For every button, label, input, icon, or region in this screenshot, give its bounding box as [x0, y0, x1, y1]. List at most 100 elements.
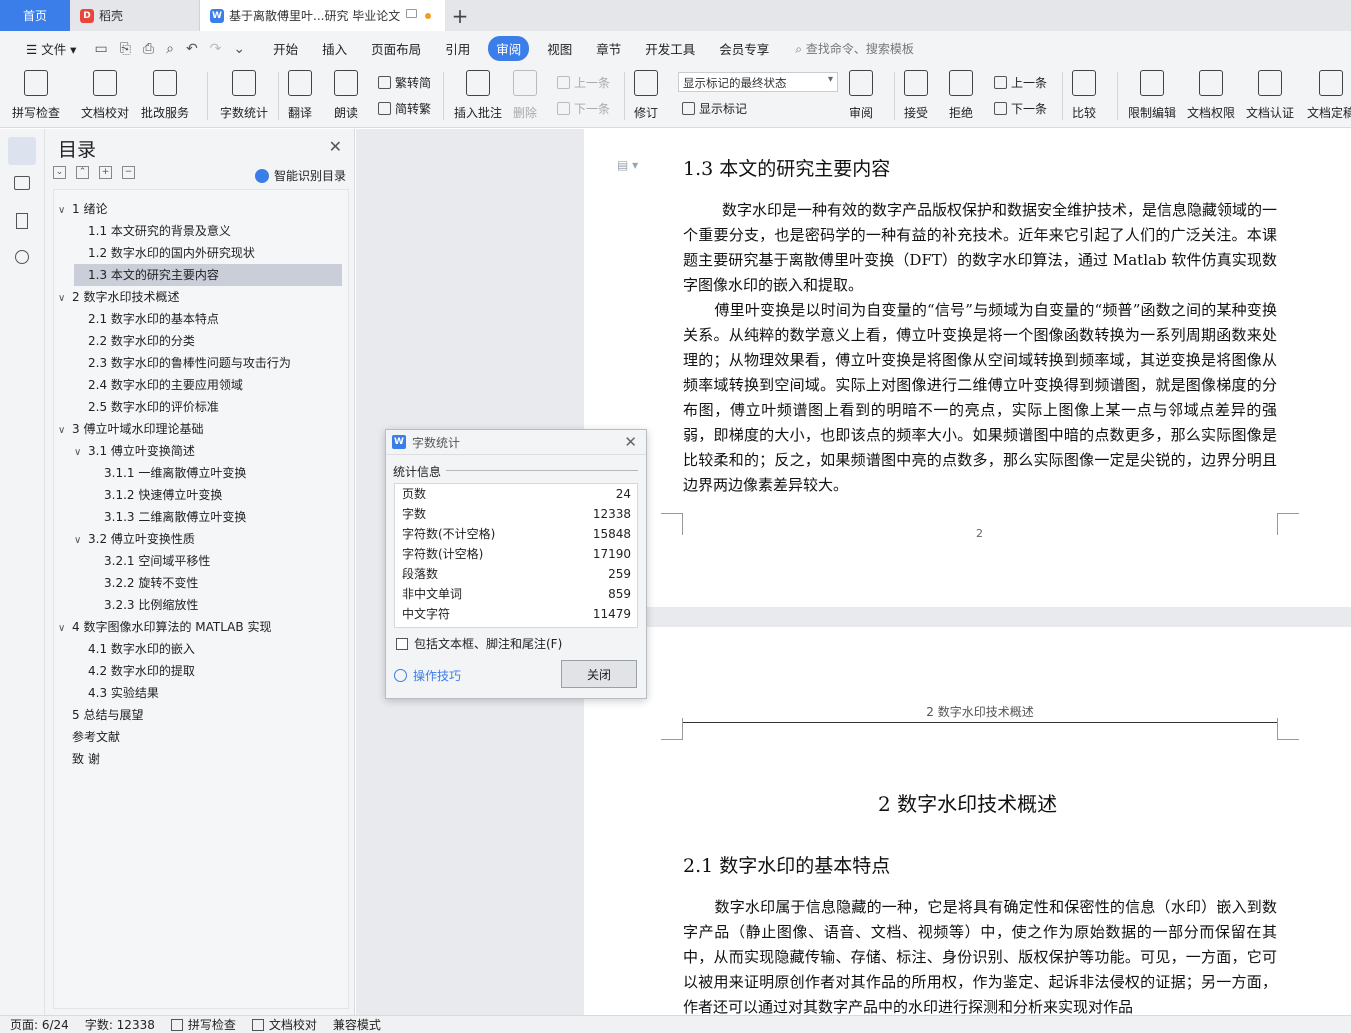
toc-item[interactable]: 3.1.1 一维离散傅立叶变换	[90, 462, 342, 484]
redo-icon[interactable]: ↷	[210, 41, 222, 57]
menu-insert[interactable]: 插入	[322, 39, 347, 58]
menu-view[interactable]: 视图	[547, 39, 572, 58]
track-changes-button[interactable]: 修订	[634, 70, 658, 121]
doc-permission-button[interactable]: 文档权限	[1187, 70, 1235, 121]
prev-comment-button[interactable]: 上一条	[557, 74, 610, 91]
toc-item[interactable]: ∨ 1 绪论	[58, 198, 342, 220]
toc-item[interactable]: 2.2 数字水印的分类	[74, 330, 342, 352]
toc-item[interactable]: 2.4 数字水印的主要应用领域	[74, 374, 342, 396]
toc-item[interactable]: 4.2 数字水印的提取	[74, 660, 342, 682]
command-search[interactable]: ⌕ 查找命令、搜索模板	[795, 40, 914, 57]
prev-change-button[interactable]: 上一条	[994, 74, 1047, 91]
toc-item[interactable]: 5 总结与展望	[58, 704, 342, 726]
tips-link[interactable]: 操作技巧	[394, 667, 461, 684]
close-icon[interactable]: ✕	[329, 137, 342, 156]
word-count-button[interactable]: 字数统计	[220, 70, 268, 121]
next-change-button[interactable]: 下一条	[994, 100, 1047, 117]
insert-comment-button[interactable]: 插入批注	[454, 70, 502, 121]
word-count-indicator[interactable]: 字数: 12338	[85, 1016, 155, 1033]
review-pane-button[interactable]: 审阅	[849, 70, 873, 121]
toc-item[interactable]: 1.3 本文的研究主要内容	[74, 264, 342, 286]
tab-document[interactable]: W 基于离散傅里叶...研究 毕业论文	[200, 0, 445, 31]
menu-member[interactable]: 会员专享	[719, 39, 769, 58]
toc-item[interactable]: ∨ 3.1 傅立叶变换简述	[74, 440, 342, 462]
toc-item[interactable]: ∨ 3.2 傅立叶变换性质	[74, 528, 342, 550]
trad-to-simp-button[interactable]: 繁转简	[378, 74, 431, 91]
menu-start[interactable]: 开始	[273, 39, 298, 58]
menu-chapter[interactable]: 章节	[596, 39, 621, 58]
menu-reference[interactable]: 引用	[445, 39, 470, 58]
expand-all-icon[interactable]: ⌄	[53, 166, 66, 179]
include-textbox-checkbox[interactable]: 包括文本框、脚注和尾注(F)	[396, 635, 562, 652]
expand-icon[interactable]: +	[99, 166, 112, 179]
toc-item[interactable]: 4.1 数字水印的嵌入	[74, 638, 342, 660]
chevron-down-icon[interactable]: ∨	[58, 200, 72, 222]
toc-item[interactable]: ∨ 3 傅立叶域水印理论基础	[58, 418, 342, 440]
menu-developer[interactable]: 开发工具	[645, 39, 695, 58]
bookmark-icon[interactable]	[16, 213, 28, 229]
toc-item[interactable]: 致 谢	[58, 748, 342, 770]
restrict-editing-button[interactable]: 限制编辑	[1128, 70, 1176, 121]
close-icon[interactable]: ✕	[624, 433, 637, 451]
spell-check-button[interactable]: 拼写检查	[12, 70, 60, 121]
correction-service-button[interactable]: 批改服务	[141, 70, 189, 121]
accept-button[interactable]: 接受	[904, 70, 928, 121]
tab-home[interactable]: 首页	[0, 0, 70, 31]
doc-check-button[interactable]: 文档校对	[81, 70, 129, 121]
toc-item[interactable]: ∨ 4 数字图像水印算法的 MATLAB 实现	[58, 616, 342, 638]
chevron-down-icon[interactable]: ∨	[58, 420, 72, 442]
print-icon[interactable]: ⎙	[143, 41, 154, 57]
toc-item[interactable]: 2.3 数字水印的鲁棒性问题与攻击行为	[74, 352, 342, 374]
markup-state-select[interactable]: 显示标记的最终状态	[678, 72, 838, 92]
close-button[interactable]: 关闭	[561, 660, 637, 688]
tab-daoke[interactable]: D 稻壳	[70, 0, 200, 31]
simp-to-trad-button[interactable]: 简转繁	[378, 100, 431, 117]
chevron-down-icon[interactable]: ∨	[74, 530, 88, 552]
smart-toc-button[interactable]: 智能识别目录	[254, 167, 346, 184]
toc-item[interactable]: 4.3 实验结果	[74, 682, 342, 704]
menu-layout[interactable]: 页面布局	[371, 39, 421, 58]
toc-item[interactable]: 3.2.1 空间域平移性	[90, 550, 342, 572]
translate-button[interactable]: 翻译	[288, 70, 312, 121]
undo-icon[interactable]: ↶	[186, 41, 198, 57]
new-tab-button[interactable]: +	[445, 0, 475, 31]
chevron-down-icon[interactable]: ∨	[74, 442, 88, 464]
doc-check-status[interactable]: 文档校对	[251, 1016, 317, 1033]
page-options-icon[interactable]: ▤ ▾	[617, 158, 638, 172]
toc-item[interactable]: 3.1.3 二维离散傅立叶变换	[90, 506, 342, 528]
page-indicator[interactable]: 页面: 6/24	[10, 1016, 69, 1033]
toc-item[interactable]: 3.2.2 旋转不变性	[90, 572, 342, 594]
delete-comment-button[interactable]: 删除	[513, 70, 537, 121]
print-preview-icon[interactable]: ⌕	[166, 41, 174, 57]
toc-item[interactable]: 2.1 数字水印的基本特点	[74, 308, 342, 330]
save-icon[interactable]: ▭	[94, 41, 107, 57]
toc-item[interactable]: 1.1 本文研究的背景及意义	[74, 220, 342, 242]
spell-check-status[interactable]: 拼写检查	[170, 1016, 236, 1033]
toc-item[interactable]: 2.5 数字水印的评价标准	[74, 396, 342, 418]
toc-item[interactable]: 1.2 数字水印的国内外研究现状	[74, 242, 342, 264]
collapse-all-icon[interactable]: ⌃	[76, 166, 89, 179]
toc-panel-icon[interactable]	[8, 137, 36, 165]
compare-button[interactable]: 比较	[1072, 70, 1096, 121]
read-aloud-button[interactable]: 朗读	[334, 70, 358, 121]
dialog-titlebar[interactable]: W 字数统计	[386, 430, 646, 455]
chevron-down-icon[interactable]: ∨	[58, 618, 72, 640]
chapter-nav-icon[interactable]	[14, 176, 30, 190]
doc-certify-button[interactable]: 文档认证	[1246, 70, 1294, 121]
toc-item[interactable]: ∨ 2 数字水印技术概述	[58, 286, 342, 308]
toc-item[interactable]: 参考文献	[58, 726, 342, 748]
export-icon[interactable]: ⎘	[120, 41, 131, 57]
spell-check-status-label: 拼写检查	[187, 1018, 236, 1032]
chevron-down-icon[interactable]: ∨	[58, 288, 72, 310]
file-menu[interactable]: ☰ 文件 ▾	[26, 39, 76, 58]
more-icon[interactable]: ⌄	[233, 41, 245, 57]
menu-review[interactable]: 审阅	[488, 36, 530, 61]
collapse-icon[interactable]: −	[122, 166, 135, 179]
doc-finalize-button[interactable]: 文档定稿	[1307, 70, 1351, 121]
toc-item[interactable]: 3.1.2 快速傅立叶变换	[90, 484, 342, 506]
toc-item[interactable]: 3.2.3 比例缩放性	[90, 594, 342, 616]
next-comment-button[interactable]: 下一条	[557, 100, 610, 117]
show-markup-button[interactable]: 显示标记	[682, 100, 747, 117]
reject-button[interactable]: 拒绝	[949, 70, 973, 121]
search-icon[interactable]	[15, 250, 29, 264]
